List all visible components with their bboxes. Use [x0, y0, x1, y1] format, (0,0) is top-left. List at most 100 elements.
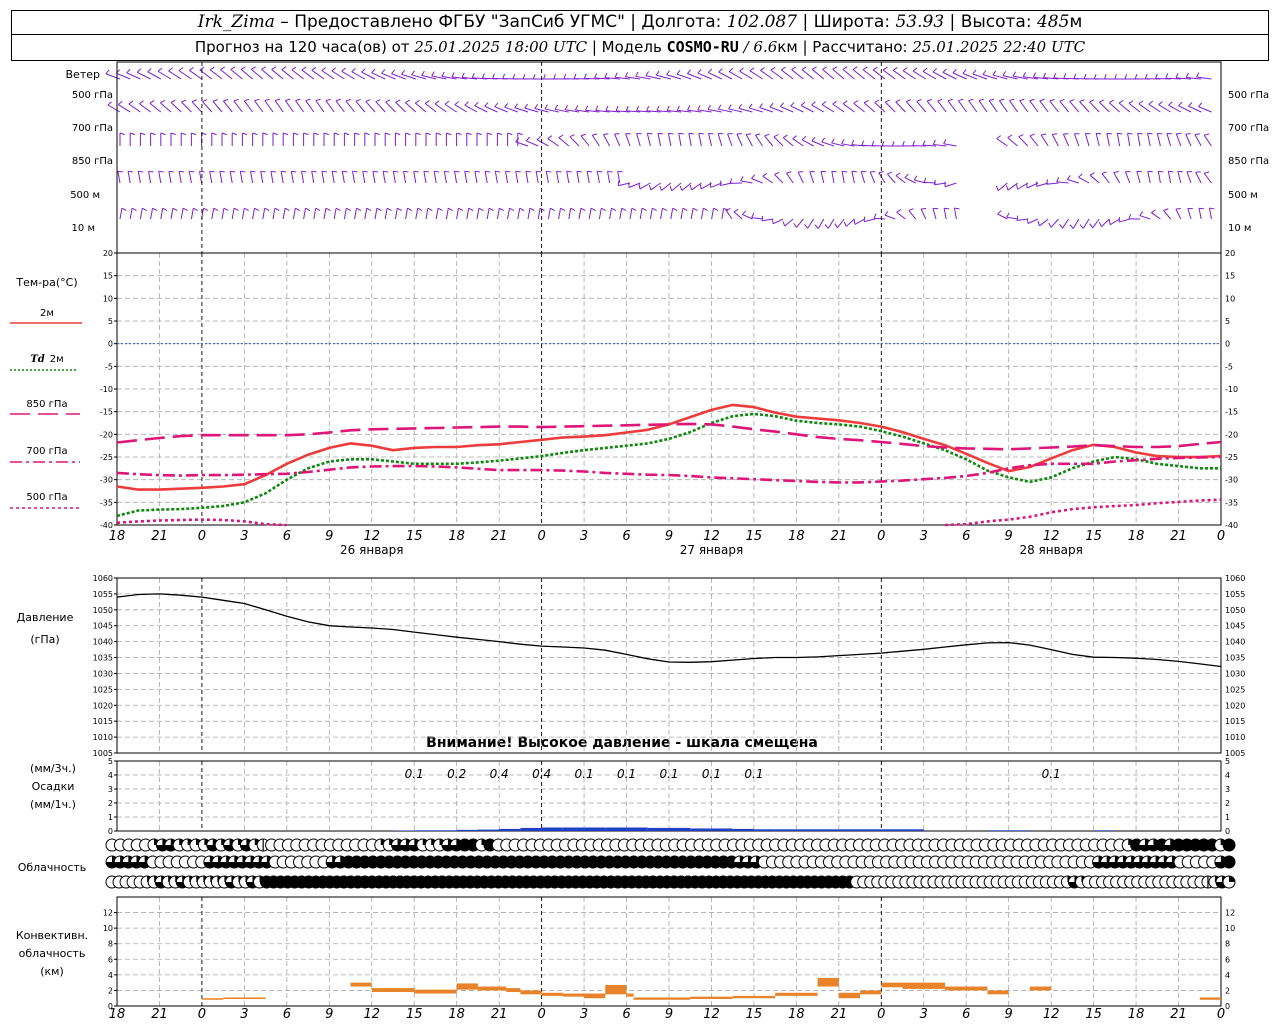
wind-barb-feather	[762, 172, 768, 177]
wind-barb	[507, 132, 513, 146]
wind-barb	[150, 207, 158, 220]
wind-barb-feather	[478, 207, 484, 212]
y-tick-label-right: 3	[1225, 785, 1230, 794]
wind-barb-feather	[117, 170, 123, 173]
wind-barb	[525, 170, 531, 184]
wind-barb-shaft	[1118, 102, 1131, 113]
time-tick-label: 12	[363, 529, 380, 544]
wind-barb-shaft	[1136, 171, 1141, 184]
wind-barb	[313, 207, 321, 220]
cloudiness-title: Облачность	[18, 861, 87, 874]
wind-barb-shaft	[303, 208, 307, 220]
wind-barb	[1095, 132, 1102, 147]
y-tick-label: -25	[100, 453, 113, 462]
wind-barb-feather	[595, 105, 599, 111]
precip-bar	[881, 829, 903, 831]
wind-barb-feather	[1198, 207, 1205, 210]
wind-barb-shaft	[1007, 137, 1018, 147]
wind-barb-feather	[906, 99, 912, 103]
wind-barb-shaft	[382, 171, 386, 184]
wind-barb-feather	[997, 210, 1002, 215]
wind-level-label-right: 700 гПа	[1228, 123, 1269, 134]
wind-barb-feather	[624, 72, 629, 78]
precip-label: 0.4	[532, 767, 551, 781]
wind-barb-shaft	[646, 133, 651, 147]
wind-barb-feather	[1083, 73, 1087, 79]
wind-barb-shaft	[884, 214, 896, 220]
wind-barb-shaft	[853, 102, 865, 113]
cloud-quarter	[1229, 876, 1235, 882]
wind-barb	[191, 99, 202, 113]
precip-bar	[860, 829, 882, 831]
wind-barb-shaft	[202, 101, 213, 113]
wind-barb-feather	[395, 99, 401, 103]
wind-barb-feather	[1168, 101, 1173, 106]
y-tick-label-right: -15	[1225, 408, 1238, 417]
wind-barb-feather	[1079, 224, 1084, 229]
wind-barb	[1079, 99, 1090, 113]
wind-barb	[157, 67, 172, 80]
wind-barb-feather	[189, 66, 194, 71]
wind-barb	[474, 170, 480, 184]
wind-barb	[649, 207, 657, 220]
wind-barb-shaft	[851, 171, 855, 184]
wind-barb-shaft	[301, 171, 305, 184]
wind-barb-shaft	[240, 69, 253, 80]
wind-barb-shaft	[372, 171, 376, 184]
wind-barb-feather	[454, 101, 459, 106]
wind-barb-shaft	[270, 171, 274, 184]
y-tick-label: 10	[103, 294, 113, 303]
convective-bar	[690, 996, 733, 999]
wind-barb-shaft	[680, 208, 684, 220]
wind-barb-shaft	[147, 71, 162, 80]
wind-barb	[690, 207, 698, 220]
time-tick-label: 21	[151, 1007, 168, 1022]
wind-barb-shaft	[321, 171, 325, 184]
wind-barb	[434, 100, 447, 113]
wind-barb	[1079, 218, 1090, 229]
wind-barb	[1069, 99, 1080, 113]
wind-barb-feather	[1195, 171, 1201, 173]
wind-barb-shaft	[591, 134, 600, 147]
wind-barb-feather	[604, 72, 608, 78]
wind-barb-shaft	[445, 208, 449, 220]
wind-barb	[241, 207, 249, 220]
wind-barb	[728, 67, 743, 80]
wind-barb-shaft	[188, 171, 192, 184]
wind-barb-feather	[1138, 100, 1144, 105]
wind-barb	[996, 135, 1008, 147]
wind-barb-feather	[679, 185, 683, 191]
y-tick-label: 4	[108, 771, 113, 780]
wind-barb-shaft	[1127, 133, 1131, 147]
wind-barb-shaft	[811, 69, 825, 80]
wind-barb-shaft	[313, 208, 317, 220]
wind-barb	[233, 98, 243, 113]
wind-barb-shaft	[525, 171, 529, 184]
wind-barb-shaft	[780, 69, 794, 80]
wind-barb-shaft	[896, 211, 906, 220]
wind-barb-shaft	[760, 70, 774, 80]
cloud-circle	[1222, 855, 1236, 869]
wind-barb	[639, 207, 647, 220]
cloud-symbol	[1222, 875, 1236, 889]
precip-bar	[902, 829, 924, 831]
wind-barb-shaft	[796, 218, 804, 228]
wind-barb	[791, 66, 804, 80]
wind-barb	[484, 170, 491, 184]
wind-barb-shaft	[1073, 133, 1080, 147]
wind-barb-feather	[566, 170, 572, 173]
wind-barb-shaft	[486, 208, 490, 220]
wind-barb-feather	[652, 207, 657, 212]
wind-barb-shaft	[392, 171, 396, 184]
time-tick-label: 15	[1085, 529, 1102, 544]
convective-axes: 12 1210 108 86 64 42 20 0	[103, 896, 1235, 1011]
wind-barb	[785, 171, 794, 184]
wind-barb-feather	[130, 132, 136, 136]
wind-level-label: 850 гПа	[72, 156, 113, 167]
wind-panel: Ветер 500 гПа 700 гПа 850 гПа 500 м 10 м…	[66, 66, 1269, 234]
wind-barb-feather	[1048, 222, 1052, 228]
wind-barb-feather	[921, 207, 927, 210]
time-tick-label: 18	[448, 529, 465, 544]
wind-barb-shaft	[119, 208, 123, 220]
wind-barb	[698, 132, 704, 147]
